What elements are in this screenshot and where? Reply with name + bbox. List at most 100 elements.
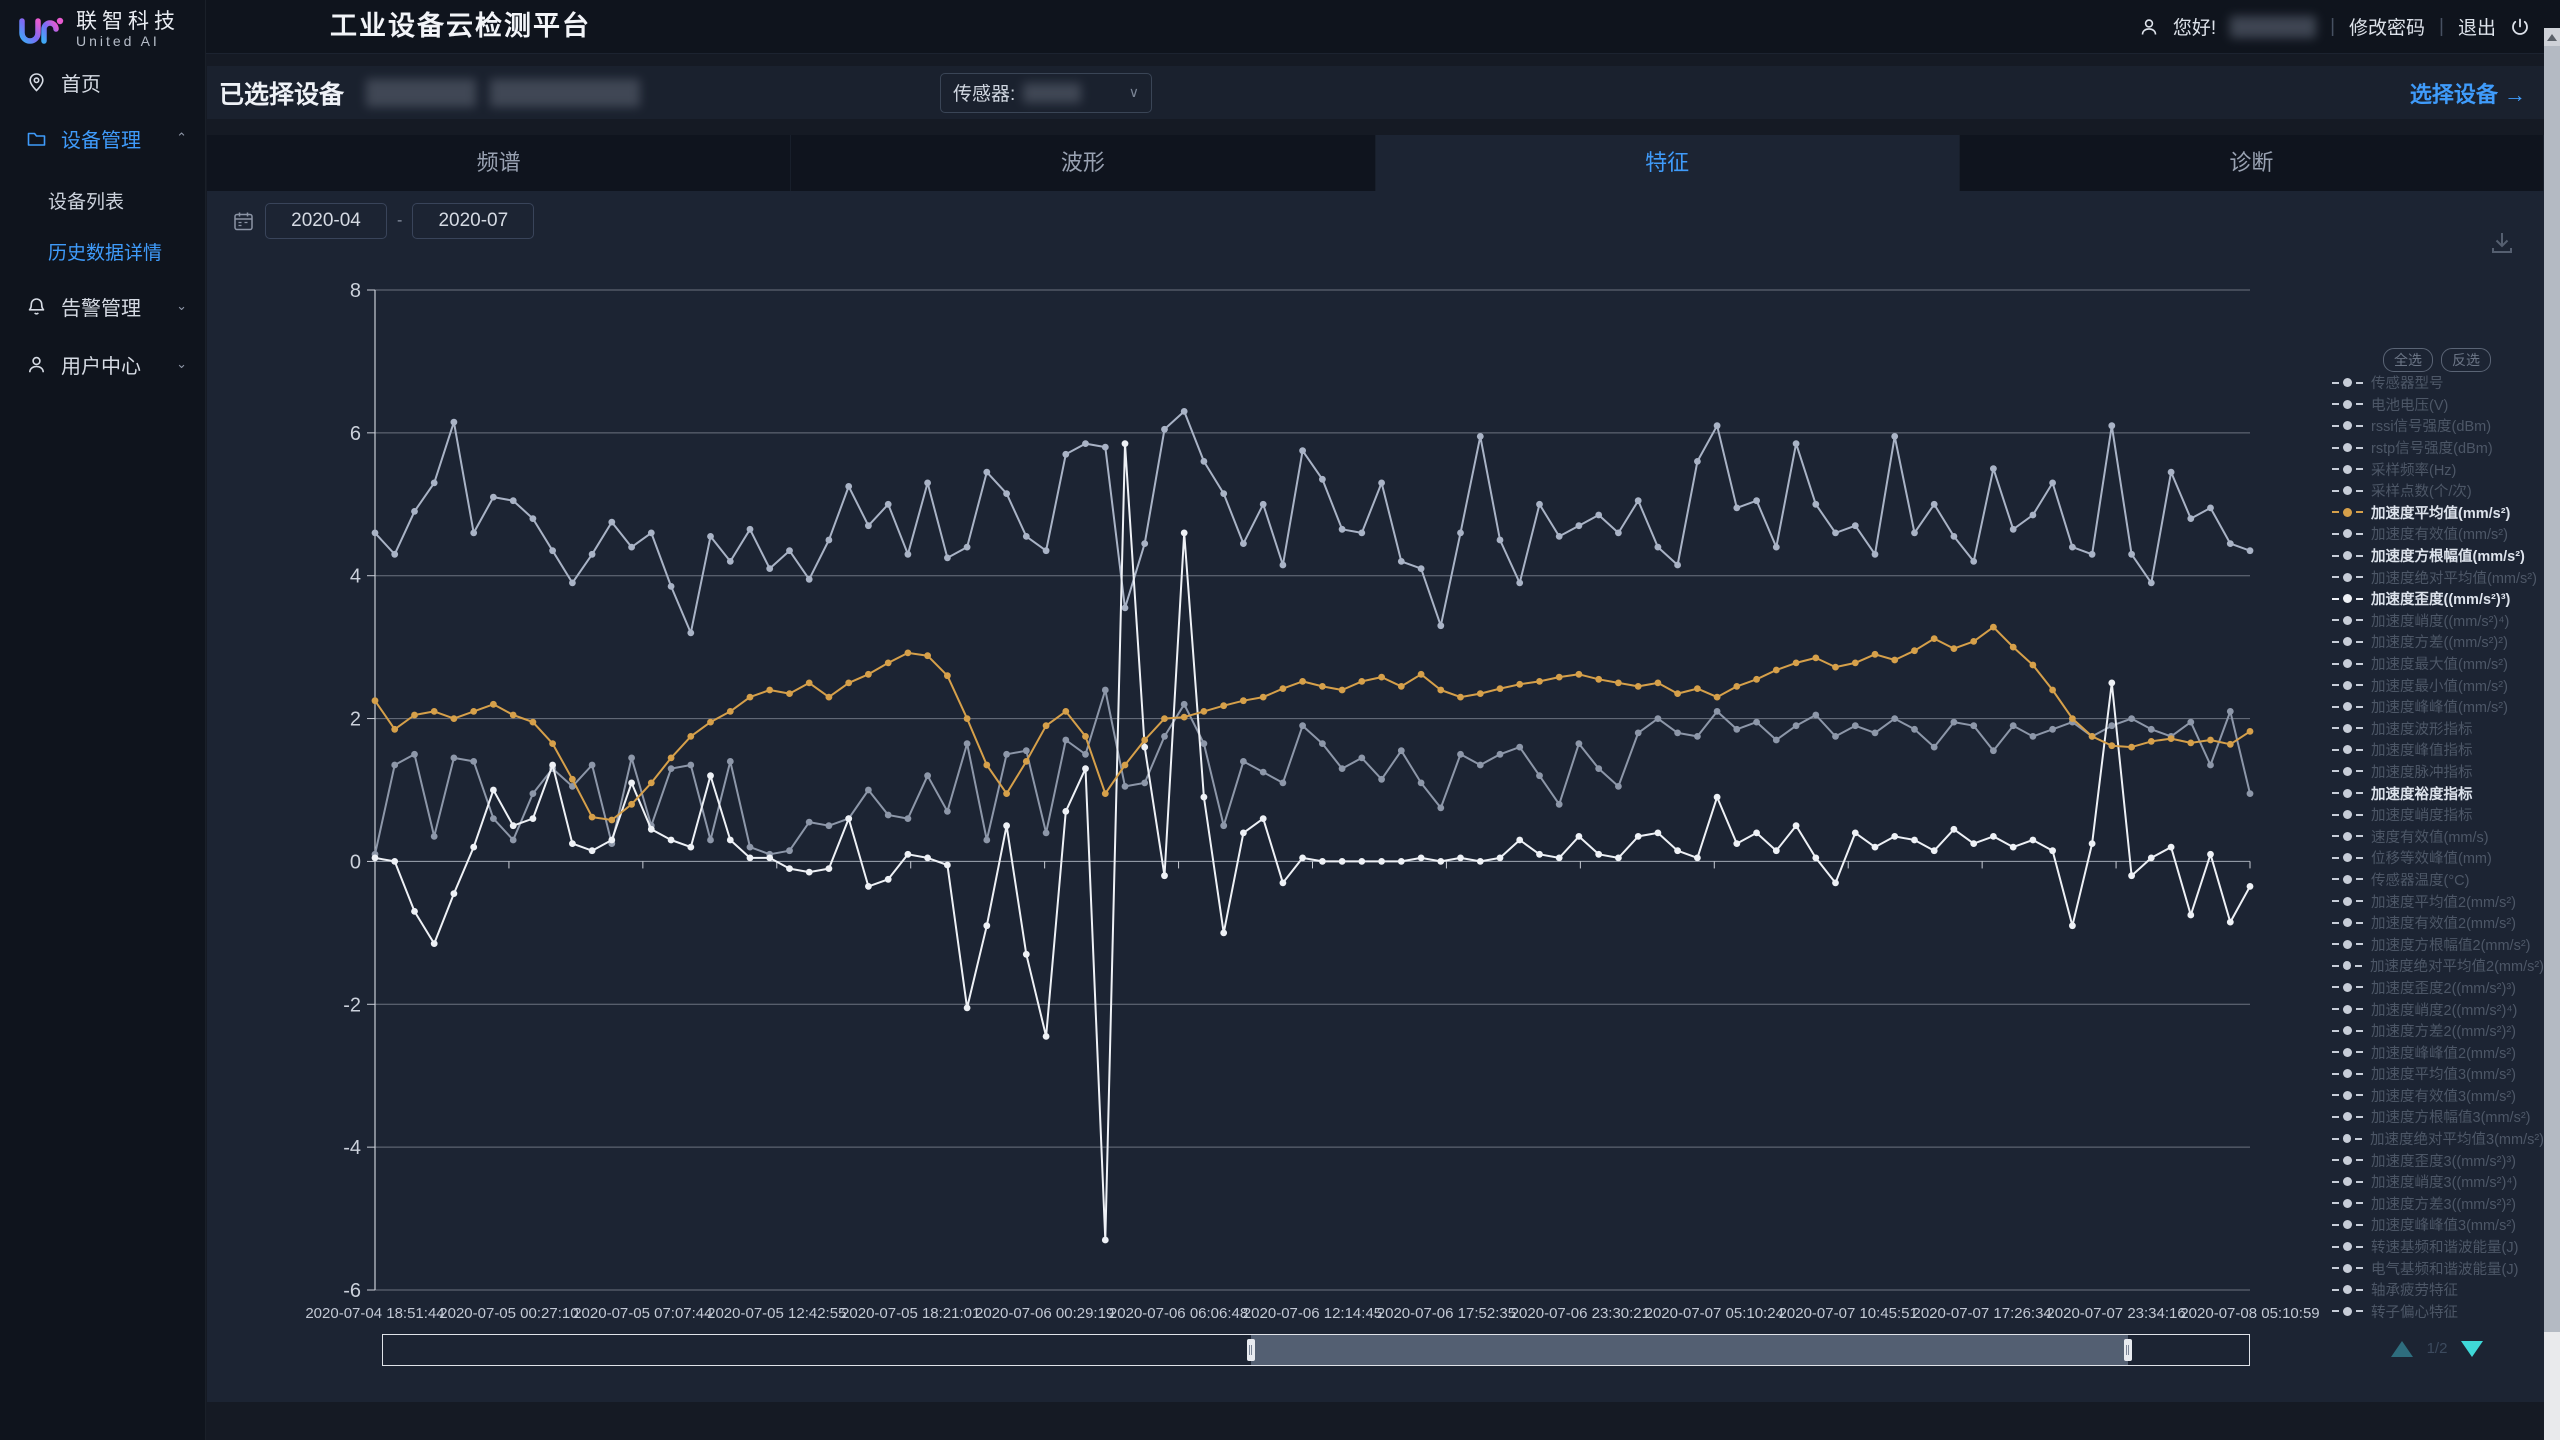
legend-item-label: 加速度有效值3(mm/s²) [2371,1085,2516,1106]
legend-item[interactable]: 转速基频和谐波能量(J) [2332,1236,2544,1258]
legend-item[interactable]: 轴承疲劳特征 [2332,1279,2544,1301]
legend-item[interactable]: 加速度歪度2((mm/s²)³) [2332,977,2544,999]
legend-item[interactable]: rssi信号强度(dBm) [2332,415,2544,437]
header-user-area: 您好! | 修改密码 | 退出 [2139,0,2530,53]
legend-item[interactable]: 加速度平均值3(mm/s²) [2332,1063,2544,1085]
legend-marker-line [2356,706,2363,708]
legend-marker-dot [2343,616,2352,625]
change-password-link[interactable]: 修改密码 [2349,13,2425,40]
legend-item[interactable]: 电气基频和谐波能量(J) [2332,1257,2544,1279]
legend-item[interactable]: 加速度方根幅值2(mm/s²) [2332,933,2544,955]
legend-marker-line [2332,792,2339,794]
legend-item-label: 加速度绝对平均值3(mm/s²) [2370,1128,2544,1149]
page-scrollbar[interactable] [2544,28,2560,1440]
sidebar-item-label: 设备管理 [61,124,141,153]
power-icon[interactable] [2510,17,2530,37]
tab-feature[interactable]: 特征 [1376,135,1960,191]
legend-marker-line [2356,1051,2363,1053]
legend-item[interactable]: 传感器温度(°C) [2332,869,2544,891]
legend-item[interactable]: 加速度有效值3(mm/s²) [2332,1085,2544,1107]
legend-item[interactable]: 传感器型号 [2332,372,2544,394]
select-all-button[interactable]: 全选 [2383,348,2433,372]
legend-marker-dot [2343,659,2352,668]
legend-page-down-icon[interactable] [2461,1341,2483,1357]
sidebar-item-device-list[interactable]: 设备列表 [0,180,205,220]
legend-item[interactable]: 加速度峭度((mm/s²)⁴) [2332,610,2544,632]
legend-marker-line [2356,576,2363,578]
datazoom-left-handle[interactable] [1247,1339,1255,1361]
legend-item[interactable]: 电池电压(V) [2332,394,2544,416]
legend-item[interactable]: 加速度最大值(mm/s²) [2332,653,2544,675]
legend-page-up-icon[interactable] [2391,1341,2413,1357]
sidebar-item-user-center[interactable]: 用户中心 ⌄ [0,344,205,384]
legend-marker-line [2356,447,2363,449]
legend-item[interactable]: 加速度峭度2((mm/s²)⁴) [2332,998,2544,1020]
legend-item[interactable]: 加速度平均值(mm/s²) [2332,502,2544,524]
legend-marker-line [2356,900,2363,902]
legend-item[interactable]: 加速度歪度((mm/s²)³) [2332,588,2544,610]
legend-item[interactable]: 加速度裕度指标 [2332,782,2544,804]
legend-marker-dot [2343,1285,2352,1294]
legend-item[interactable]: 加速度有效值(mm/s²) [2332,523,2544,545]
invert-selection-button[interactable]: 反选 [2441,348,2491,372]
legend-item[interactable]: 加速度波形指标 [2332,718,2544,740]
legend-item[interactable]: 加速度绝对平均值2(mm/s²) [2332,955,2544,977]
choose-device-link[interactable]: 选择设备 → [2410,77,2526,109]
svg-text:2020-07-06 12:14:45: 2020-07-06 12:14:45 [1243,1305,1382,1322]
legend-marker-dot [2343,1069,2352,1078]
logout-link[interactable]: 退出 [2458,13,2496,40]
legend-item[interactable]: 加速度峭度3((mm/s²)⁴) [2332,1171,2544,1193]
legend-item[interactable]: 加速度有效值2(mm/s²) [2332,912,2544,934]
legend-item[interactable]: 采样频率(Hz) [2332,458,2544,480]
svg-text:2020-07-07 17:26:34: 2020-07-07 17:26:34 [1912,1305,2051,1322]
legend-item[interactable]: 采样点数(个/次) [2332,480,2544,502]
tab-waveform[interactable]: 波形 [791,135,1375,191]
datazoom-selection[interactable] [1251,1335,2128,1365]
legend-item[interactable]: 加速度绝对平均值(mm/s²) [2332,566,2544,588]
legend-item[interactable]: 加速度最小值(mm/s²) [2332,674,2544,696]
sidebar-item-home[interactable]: 首页 [0,62,205,102]
legend-marker-line [2332,943,2339,945]
sidebar-item-device-management[interactable]: 设备管理 ⌃ [0,118,205,158]
sensor-select[interactable]: 传感器: ∨ [940,73,1152,113]
legend-item-label: 加速度波形指标 [2371,718,2473,739]
legend-item[interactable]: 加速度方根幅值(mm/s²) [2332,545,2544,567]
scrollbar-thumb[interactable] [2544,46,2560,1332]
legend-item[interactable]: rstp信号强度(dBm) [2332,437,2544,459]
tab-spectrum[interactable]: 频谱 [207,135,791,191]
legend-item[interactable]: 速度有效值(mm/s) [2332,825,2544,847]
legend-item[interactable]: 加速度峰峰值(mm/s²) [2332,696,2544,718]
legend-marker-dot [2343,551,2352,560]
legend-item[interactable]: 加速度平均值2(mm/s²) [2332,890,2544,912]
separator: | [2330,16,2335,38]
legend-item-label: 加速度绝对平均值(mm/s²) [2371,567,2537,588]
legend-item[interactable]: 加速度歪度3((mm/s²)³) [2332,1149,2544,1171]
legend-marker-dot [2343,443,2352,452]
legend-item[interactable]: 加速度方根幅值3(mm/s²) [2332,1106,2544,1128]
legend-item[interactable]: 加速度脉冲指标 [2332,761,2544,783]
datazoom-slider[interactable] [382,1334,2250,1366]
legend-item[interactable]: 位移等效峰值(mm) [2332,847,2544,869]
legend-item[interactable]: 加速度峰峰值2(mm/s²) [2332,1041,2544,1063]
legend-marker-dot [2343,594,2352,603]
legend-item-label: 加速度峰值指标 [2371,739,2473,760]
scrollbar-up-arrow[interactable] [2544,28,2560,46]
sidebar-item-alarm-management[interactable]: 告警管理 ⌄ [0,286,205,326]
folder-icon [26,128,47,149]
legend-item[interactable]: 加速度峰值指标 [2332,739,2544,761]
legend-marker-dot [2343,508,2352,517]
sidebar-item-history-data[interactable]: 历史数据详情 [0,231,205,271]
tab-diagnosis[interactable]: 诊断 [1960,135,2544,191]
legend-item[interactable]: 加速度方差((mm/s²)²) [2332,631,2544,653]
legend-marker-line [2332,382,2339,384]
legend-item[interactable]: 加速度方差2((mm/s²)²) [2332,1020,2544,1042]
download-icon[interactable] [2487,228,2517,263]
datazoom-right-handle[interactable] [2124,1339,2132,1361]
legend-item-label: 加速度峭度2((mm/s²)⁴) [2371,999,2517,1020]
legend-item[interactable]: 加速度方差3((mm/s²)²) [2332,1193,2544,1215]
legend-item[interactable]: 加速度峰峰值3(mm/s²) [2332,1214,2544,1236]
legend-marker-line [2332,1116,2339,1118]
legend-item[interactable]: 加速度峭度指标 [2332,804,2544,826]
legend-item[interactable]: 转子偏心特征 [2332,1301,2544,1320]
legend-item[interactable]: 加速度绝对平均值3(mm/s²) [2332,1128,2544,1150]
